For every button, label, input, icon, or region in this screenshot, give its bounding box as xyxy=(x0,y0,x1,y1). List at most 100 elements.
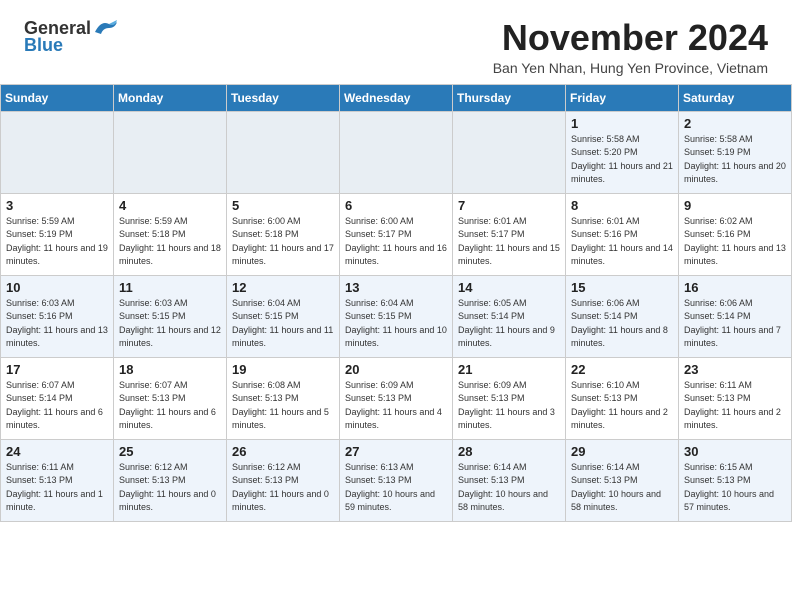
day-number: 25 xyxy=(119,444,221,459)
day-info: Sunrise: 6:01 AMSunset: 5:16 PMDaylight:… xyxy=(571,215,673,269)
calendar-day-cell: 14 Sunrise: 6:05 AM Sunset: 5:14 PM Dayligh… xyxy=(453,275,566,357)
calendar-day-cell: 6Sunrise: 6:00 AMSunset: 5:17 PMDaylight… xyxy=(340,193,453,275)
sunset-label: Sunset: 5:19 PM xyxy=(684,147,751,157)
day-info: Sunrise: 6:04 AMSunset: 5:15 PMDaylight:… xyxy=(232,297,334,351)
daylight-label: Daylight: 11 hours and 9 minutes. xyxy=(458,325,555,349)
page-header: General Blue November 2024 Ban Yen Nhan,… xyxy=(0,0,792,84)
day-number: 16 xyxy=(684,280,786,295)
calendar-day-cell xyxy=(114,111,227,193)
sunset-label: Sunset: 5:13 PM xyxy=(119,475,186,485)
day-info: Sunrise: 6:14 AMSunset: 5:13 PMDaylight:… xyxy=(571,461,673,515)
day-number: 5 xyxy=(232,198,334,213)
day-number: 7 xyxy=(458,198,560,213)
day-info: Sunrise: 6:03 AMSunset: 5:16 PMDaylight:… xyxy=(6,297,108,351)
day-info: Sunrise: 5:59 AM Sunset: 5:19 PM Daylight:… xyxy=(6,215,108,269)
sunrise-label: Sunrise: 6:09 AM xyxy=(345,380,414,390)
day-number: 2 xyxy=(684,116,786,131)
sunrise-label: Sunrise: 6:15 AM xyxy=(684,462,753,472)
daylight-label: Daylight: 11 hours and 19 minutes. xyxy=(6,243,108,267)
day-info: Sunrise: 6:07 AM Sunset: 5:13 PM Daylight:… xyxy=(119,379,221,433)
sunset-label: Sunset: 5:17 PM xyxy=(458,229,525,239)
daylight-label: Daylight: 11 hours and 2 minutes. xyxy=(684,407,781,431)
day-number: 12 xyxy=(232,280,334,295)
sunrise-label: Sunrise: 6:10 AM xyxy=(571,380,640,390)
calendar-day-cell: 9Sunrise: 6:02 AMSunset: 5:16 PMDaylight… xyxy=(679,193,792,275)
day-info: Sunrise: 6:12 AMSunset: 5:13 PMDaylight:… xyxy=(119,461,221,515)
sunset-label: Sunset: 5:13 PM xyxy=(119,393,186,403)
sunrise-label: Sunrise: 5:58 AM xyxy=(571,134,640,144)
day-number: 19 xyxy=(232,362,334,377)
sunset-label: Sunset: 5:14 PM xyxy=(6,393,73,403)
sunset-label: Sunset: 5:18 PM xyxy=(119,229,186,239)
calendar-week-row: 17Sunrise: 6:07 AMSunset: 5:14 PMDayligh… xyxy=(1,357,792,439)
sunrise-label: Sunrise: 6:03 AM xyxy=(119,298,188,308)
daylight-label: Daylight: 11 hours and 18 minutes. xyxy=(119,243,221,267)
sunrise-label: Sunrise: 6:11 AM xyxy=(6,462,74,472)
month-title: November 2024 xyxy=(493,18,768,58)
day-info: Sunrise: 6:14 AMSunset: 5:13 PMDaylight:… xyxy=(458,461,560,515)
sunrise-label: Sunrise: 5:59 AM xyxy=(6,216,75,226)
day-info: Sunrise: 5:59 AMSunset: 5:18 PMDaylight:… xyxy=(119,215,221,269)
sunset-label: Sunset: 5:19 PM xyxy=(6,229,73,239)
sunrise-label: Sunrise: 6:07 AM xyxy=(119,380,188,390)
calendar-day-cell: 2 Sunrise: 5:58 AMSunset: 5:19 PMDaylight… xyxy=(679,111,792,193)
calendar-day-cell: 18Sunrise: 6:07 AMSunset: 5:13 PMDayligh… xyxy=(114,357,227,439)
daylight-label: Daylight: 11 hours and 8 minutes. xyxy=(571,325,668,349)
sunrise-label: Sunrise: 6:01 AM xyxy=(458,216,527,226)
sunrise-label: Sunrise: 6:07 AM xyxy=(6,380,75,390)
sunset-label: Sunset: 5:16 PM xyxy=(571,229,638,239)
sunset-label: Sunset: 5:15 PM xyxy=(345,311,412,321)
day-number: 9 xyxy=(684,198,786,213)
day-number: 13 xyxy=(345,280,447,295)
title-area: November 2024 Ban Yen Nhan, Hung Yen Pro… xyxy=(493,18,768,76)
calendar-day-cell: 16 Sunrise: 6:06 AM Sunset: 5:14 PM Dayligh… xyxy=(679,275,792,357)
calendar-day-cell: 29Sunrise: 6:14 AMSunset: 5:13 PMDayligh… xyxy=(566,439,679,521)
day-number: 1 xyxy=(571,116,673,131)
day-info: Sunrise: 6:08 AMSunset: 5:13 PMDaylight:… xyxy=(232,379,334,433)
day-info: Sunrise: 6:06 AM Sunset: 5:14 PM Daylight:… xyxy=(684,297,786,351)
day-number: 26 xyxy=(232,444,334,459)
calendar-day-cell: 28Sunrise: 6:14 AMSunset: 5:13 PMDayligh… xyxy=(453,439,566,521)
daylight-label: Daylight: 11 hours and 0 minutes. xyxy=(119,489,216,513)
daylight-label: Daylight: 11 hours and 20 minutes. xyxy=(684,161,786,185)
sunset-label: Sunset: 5:14 PM xyxy=(684,311,751,321)
daylight-label: Daylight: 11 hours and 5 minutes. xyxy=(232,407,329,431)
day-info: Sunrise: 6:00 AMSunset: 5:18 PMDaylight:… xyxy=(232,215,334,269)
sunset-label: Sunset: 5:13 PM xyxy=(458,475,525,485)
day-number: 27 xyxy=(345,444,447,459)
daylight-label: Daylight: 11 hours and 6 minutes. xyxy=(6,407,103,431)
day-info: Sunrise: 6:15 AMSunset: 5:13 PMDaylight:… xyxy=(684,461,786,515)
day-info: Sunrise: 6:05 AM Sunset: 5:14 PM Daylight:… xyxy=(458,297,560,351)
day-info: Sunrise: 5:58 AMSunset: 5:19 PMDaylight:… xyxy=(684,133,786,187)
day-info: Sunrise: 5:58 AMSunset: 5:20 PMDaylight:… xyxy=(571,133,673,187)
sunrise-label: Sunrise: 6:13 AM xyxy=(345,462,414,472)
sunrise-label: Sunrise: 6:14 AM xyxy=(571,462,640,472)
sunset-label: Sunset: 5:13 PM xyxy=(458,393,525,403)
daylight-label: Daylight: 11 hours and 2 minutes. xyxy=(571,407,668,431)
sunrise-label: Sunrise: 6:05 AM xyxy=(458,298,527,308)
day-number: 3 xyxy=(6,198,108,213)
calendar-day-cell: 17Sunrise: 6:07 AMSunset: 5:14 PMDayligh… xyxy=(1,357,114,439)
daylight-label: Daylight: 11 hours and 7 minutes. xyxy=(684,325,781,349)
sunset-label: Sunset: 5:14 PM xyxy=(458,311,525,321)
calendar-day-cell: 21Sunrise: 6:09 AMSunset: 5:13 PMDayligh… xyxy=(453,357,566,439)
daylight-label: Daylight: 10 hours and 57 minutes. xyxy=(684,489,774,513)
logo-bird-icon xyxy=(93,18,119,38)
sunset-label: Sunset: 5:13 PM xyxy=(6,475,73,485)
daylight-label: Daylight: 11 hours and 1 minute. xyxy=(6,489,103,513)
day-number: 8 xyxy=(571,198,673,213)
daylight-label: Daylight: 11 hours and 21 minutes. xyxy=(571,161,673,185)
day-info: Sunrise: 6:11 AM Sunset: 5:13 PM Daylight:… xyxy=(6,461,108,515)
calendar-day-cell: 7Sunrise: 6:01 AMSunset: 5:17 PMDaylight… xyxy=(453,193,566,275)
sunrise-label: Sunrise: 6:06 AM xyxy=(684,298,753,308)
daylight-label: Daylight: 11 hours and 6 minutes. xyxy=(119,407,216,431)
sunset-label: Sunset: 5:16 PM xyxy=(6,311,73,321)
sunset-label: Sunset: 5:18 PM xyxy=(232,229,299,239)
calendar-week-row: 24Sunrise: 6:11 AMSunset: 5:13 PMDayligh… xyxy=(1,439,792,521)
sunset-label: Sunset: 5:15 PM xyxy=(232,311,299,321)
day-number: 10 xyxy=(6,280,108,295)
logo-blue: Blue xyxy=(24,35,63,56)
day-number: 14 xyxy=(458,280,560,295)
daylight-label: Daylight: 10 hours and 58 minutes. xyxy=(458,489,548,513)
sunset-label: Sunset: 5:17 PM xyxy=(345,229,412,239)
